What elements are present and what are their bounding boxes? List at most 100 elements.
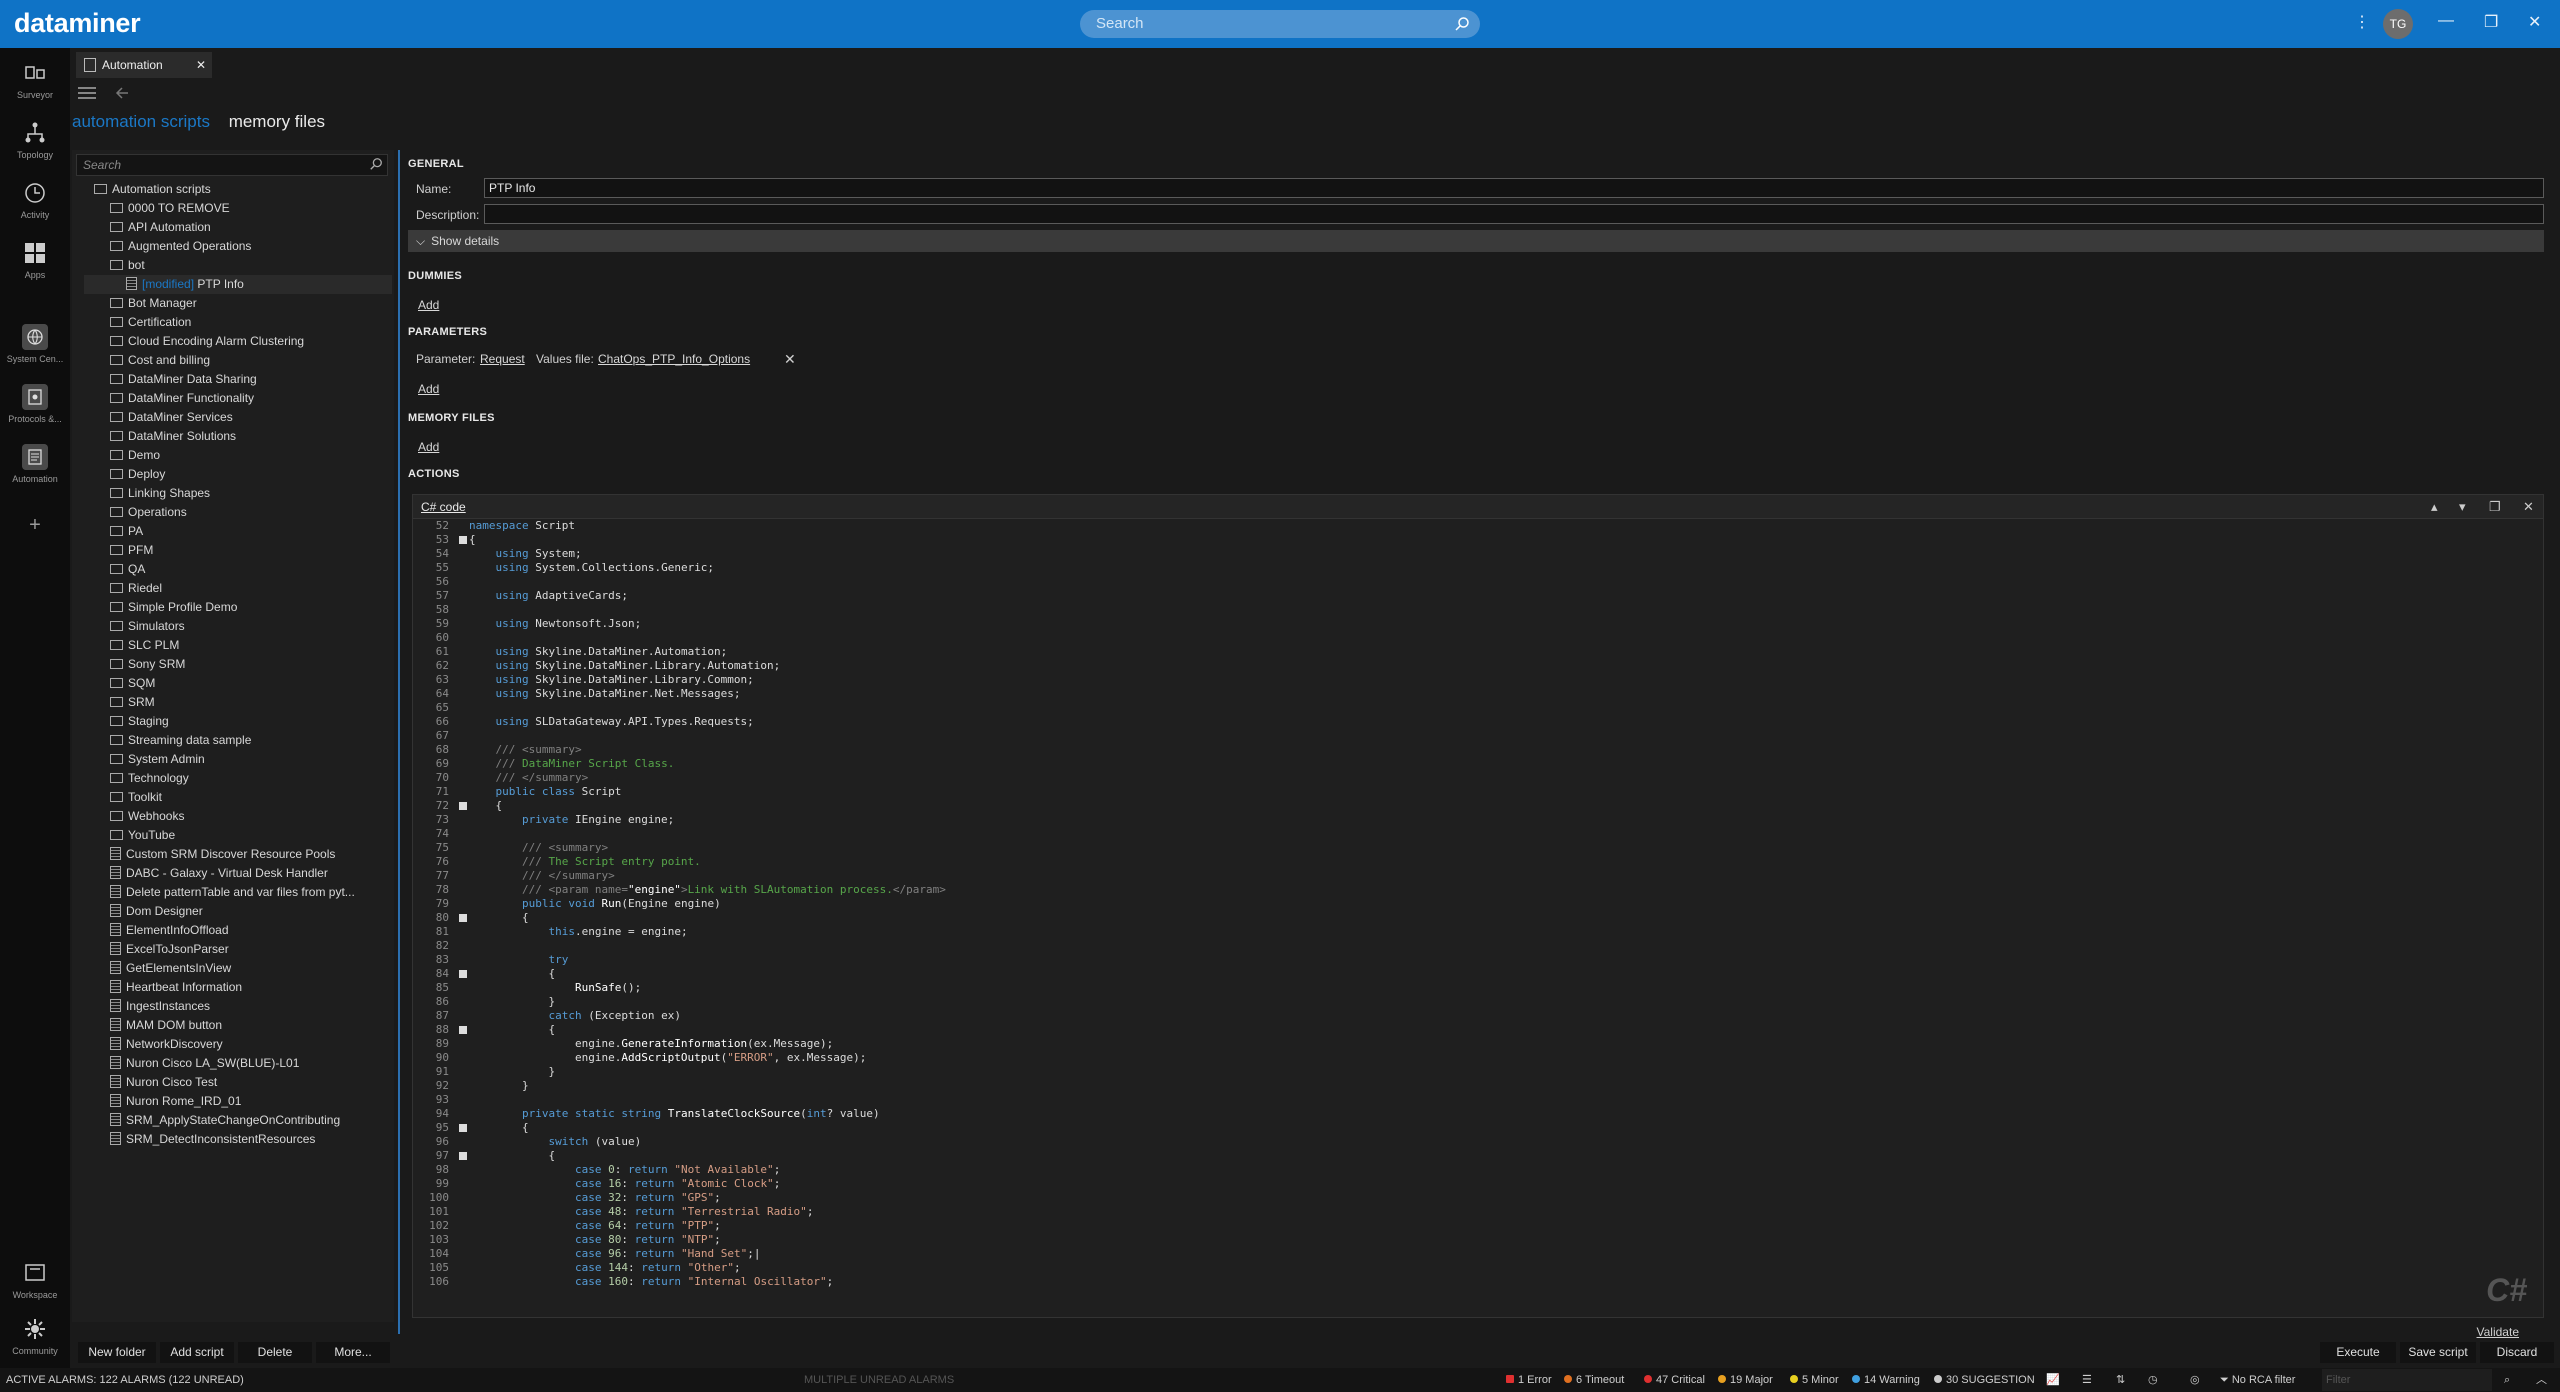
tree-folder[interactable]: DataMiner Solutions [110, 427, 236, 446]
tree-folder[interactable]: 0000 TO REMOVE [110, 199, 230, 218]
close-tab-icon[interactable]: ✕ [196, 52, 206, 78]
show-details-toggle[interactable]: ⌵ Show details [408, 230, 2544, 252]
tree-folder[interactable]: Augmented Operations [110, 237, 251, 256]
add-dummy-link[interactable]: Add [418, 298, 439, 312]
fold-toggle-icon[interactable] [459, 970, 467, 978]
tree-folder[interactable]: PFM [110, 541, 153, 560]
panel-divider[interactable] [398, 150, 400, 1334]
tree-folder[interactable]: YouTube [110, 826, 175, 845]
tab-memory-files[interactable]: memory files [229, 112, 325, 131]
tree-folder[interactable]: SQM [110, 674, 155, 693]
tree-folder[interactable]: Bot Manager [110, 294, 197, 313]
tree-script[interactable]: Custom SRM Discover Resource Pools [110, 845, 335, 864]
tree-folder[interactable]: Demo [110, 446, 160, 465]
tree-folder[interactable]: DataMiner Functionality [110, 389, 254, 408]
tree-folder[interactable]: Simple Profile Demo [110, 598, 237, 617]
name-input[interactable]: PTP Info [484, 178, 2544, 198]
tree-script[interactable]: GetElementsInView [110, 959, 231, 978]
nav-activity[interactable]: Activity [0, 180, 70, 220]
tree-folder[interactable]: DataMiner Services [110, 408, 233, 427]
tree-folder[interactable]: Simulators [110, 617, 185, 636]
code-editor[interactable]: 52 namespace Script 53{54 using System; 55 … [415, 519, 2541, 1297]
search-icon[interactable] [1454, 16, 1470, 32]
tree-folder[interactable]: Linking Shapes [110, 484, 210, 503]
tree-folder[interactable]: Operations [110, 503, 187, 522]
tree-folder[interactable]: QA [110, 560, 145, 579]
tree-folder[interactable]: Toolkit [110, 788, 162, 807]
fold-toggle-icon[interactable] [459, 1152, 467, 1160]
tree-folder[interactable]: DataMiner Data Sharing [110, 370, 257, 389]
critical-count[interactable]: 47 Critical [1644, 1368, 1705, 1392]
more-options-icon[interactable]: ⋮ [2354, 12, 2370, 32]
tree-script[interactable]: ElementInfoOffload [110, 921, 229, 940]
tree-script[interactable]: SRM_ApplyStateChangeOnContributing [110, 1111, 340, 1130]
search-icon[interactable]: ⌕ [2504, 1368, 2510, 1392]
tree-root-folder[interactable]: Automation scripts [94, 180, 211, 199]
delete-button[interactable]: Delete [238, 1342, 312, 1363]
nav-surveyor[interactable]: Surveyor [0, 60, 70, 100]
user-avatar[interactable]: TG [2383, 9, 2413, 39]
tree-folder[interactable]: SRM [110, 693, 155, 712]
close-window-icon[interactable]: ✕ [2528, 12, 2541, 32]
suggestion-count[interactable]: 30 SUGGESTION [1934, 1368, 2035, 1392]
tree-folder[interactable]: System Admin [110, 750, 205, 769]
tree-script[interactable]: Heartbeat Information [110, 978, 242, 997]
execute-button[interactable]: Execute [2320, 1342, 2396, 1363]
add-app-button[interactable]: + [0, 514, 70, 537]
tree-script[interactable]: Nuron Cisco Test [110, 1073, 217, 1092]
code-action-title[interactable]: C# code [421, 500, 466, 514]
tree-folder[interactable]: Technology [110, 769, 189, 788]
minimize-icon[interactable]: — [2438, 12, 2454, 30]
nav-automation[interactable]: Automation [0, 444, 70, 484]
nav-system-center[interactable]: System Cen... [0, 324, 70, 364]
tree-script[interactable]: MAM DOM button [110, 1016, 222, 1035]
fold-toggle-icon[interactable] [459, 536, 467, 544]
tree-script-selected[interactable]: [modified] PTP Info [84, 275, 392, 294]
tree-folder[interactable]: Deploy [110, 465, 165, 484]
tree-folder[interactable]: Certification [110, 313, 191, 332]
fold-toggle-icon[interactable] [459, 914, 467, 922]
fold-toggle-icon[interactable] [459, 1124, 467, 1132]
list-view-icon[interactable]: ☰ [2082, 1368, 2092, 1392]
save-script-button[interactable]: Save script [2400, 1342, 2476, 1363]
discard-button[interactable]: Discard [2480, 1342, 2554, 1363]
tree-script[interactable]: Nuron Rome_IRD_01 [110, 1092, 241, 1111]
remove-action-icon[interactable]: ✕ [2523, 499, 2534, 515]
tree-folder[interactable]: PA [110, 522, 143, 541]
nav-workspace[interactable]: Workspace [0, 1260, 70, 1300]
values-file-link[interactable]: ChatOps_PTP_Info_Options [598, 352, 750, 366]
nav-topology[interactable]: Topology [0, 120, 70, 160]
fold-toggle-icon[interactable] [459, 1026, 467, 1034]
tree-folder[interactable]: Streaming data sample [110, 731, 251, 750]
back-arrow-icon[interactable] [114, 85, 130, 101]
tree-folder[interactable]: Staging [110, 712, 169, 731]
sort-icon[interactable]: ⇅ [2116, 1368, 2125, 1392]
add-memory-file-link[interactable]: Add [418, 440, 439, 454]
search-icon[interactable] [369, 157, 383, 171]
status-filter-input[interactable]: Filter [2322, 1369, 2492, 1391]
move-down-icon[interactable]: ▾ [2459, 499, 2466, 515]
duplicate-icon[interactable]: ❐ [2489, 499, 2501, 515]
nav-community[interactable]: Community [0, 1316, 70, 1356]
error-count[interactable]: 1 Error [1506, 1368, 1552, 1392]
tab-automation-scripts[interactable]: automation scripts [72, 112, 210, 131]
tree-folder[interactable]: Webhooks [110, 807, 184, 826]
new-folder-button[interactable]: New folder [78, 1342, 156, 1363]
validate-link[interactable]: Validate [2477, 1325, 2519, 1339]
warning-count[interactable]: 14 Warning [1852, 1368, 1920, 1392]
fold-toggle-icon[interactable] [459, 802, 467, 810]
tab-automation[interactable]: Automation ✕ [76, 52, 212, 78]
hamburger-menu-icon[interactable] [78, 86, 96, 100]
tree-script[interactable]: DABC - Galaxy - Virtual Desk Handler [110, 864, 328, 883]
remove-parameter-icon[interactable]: ✕ [784, 351, 796, 368]
tree-script[interactable]: Dom Designer [110, 902, 203, 921]
chart-icon[interactable]: 📈 [2046, 1368, 2060, 1392]
tree-folder[interactable]: bot [110, 256, 145, 275]
tree-script[interactable]: IngestInstances [110, 997, 210, 1016]
more-button[interactable]: More... [316, 1342, 390, 1363]
description-input[interactable] [484, 204, 2544, 224]
tree-script[interactable]: Nuron Cisco LA_SW(BLUE)-L01 [110, 1054, 299, 1073]
tree-search-input[interactable]: Search [76, 154, 388, 176]
restore-icon[interactable]: ❐ [2484, 12, 2498, 32]
minor-count[interactable]: 5 Minor [1790, 1368, 1839, 1392]
